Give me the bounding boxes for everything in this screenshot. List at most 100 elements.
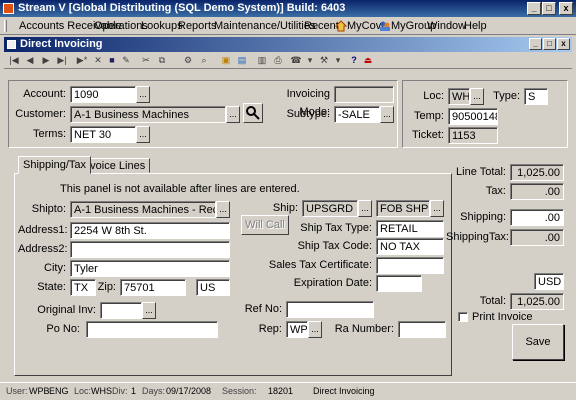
status-loc-label: Loc: — [74, 386, 92, 396]
ticket-label: Ticket: — [412, 129, 444, 141]
toolbar — [4, 53, 572, 69]
temp-field[interactable]: 90500148 — [448, 108, 498, 125]
status-session-label: Session: — [222, 386, 257, 396]
help-icon[interactable]: ? — [348, 54, 360, 66]
print-preview-icon[interactable]: ▥ — [256, 54, 268, 66]
shipto-label: Shipto: — [31, 203, 66, 215]
rep-lookup-button[interactable]: ... — [308, 321, 322, 338]
terms-lookup-button[interactable]: ... — [136, 126, 150, 143]
notes-icon[interactable]: ▤ — [236, 54, 248, 66]
ra-label: Ra Number: — [334, 323, 394, 335]
subtype-field[interactable]: -SALE — [334, 106, 380, 123]
ship-lookup-button[interactable]: ... — [358, 200, 372, 217]
minimize-button[interactable]: _ — [527, 2, 541, 15]
menu-grip — [4, 20, 7, 32]
ra-field[interactable] — [398, 321, 446, 338]
image-icon[interactable]: ▣ — [220, 54, 232, 66]
tax-label: Tax: — [485, 185, 506, 197]
status-days-label: Days: — [142, 386, 166, 396]
original-inv-label: Original Inv: — [37, 304, 96, 316]
status-session-value: 18201 — [268, 386, 294, 396]
loc-field[interactable]: WHS — [448, 88, 470, 105]
window-maximize-button[interactable]: □ — [543, 38, 556, 50]
type-field[interactable]: S — [524, 88, 548, 105]
state-field[interactable]: TX — [70, 279, 96, 296]
ref-label: Ref No: — [244, 303, 282, 315]
po-label: Po No: — [46, 323, 80, 335]
fob-lookup-button[interactable]: ... — [430, 200, 444, 217]
po-field[interactable] — [86, 321, 218, 338]
lookup-icon[interactable]: ⚙ — [182, 54, 194, 66]
invoicing-mode-field[interactable] — [334, 86, 394, 103]
shipto-field[interactable]: A-1 Business Machines - Rec. — [70, 201, 216, 218]
shipping-field[interactable]: .00 — [510, 209, 564, 226]
print-invoice-checkbox[interactable] — [458, 312, 468, 322]
zoom-icon[interactable]: ⌕ — [198, 54, 210, 66]
original-inv-field[interactable] — [100, 302, 142, 319]
terms-field[interactable]: NET 30 — [70, 126, 136, 143]
window-title-bar: Direct Invoicing — [4, 37, 572, 52]
edit-icon[interactable]: ✎ — [120, 54, 132, 66]
line-total-field: 1,025.00 — [510, 164, 564, 181]
address1-label: Address1: — [18, 224, 68, 236]
status-user-label: User: — [6, 386, 28, 396]
first-record-icon[interactable]: |◀ — [8, 54, 20, 66]
save-button[interactable]: Save — [512, 324, 564, 360]
ship-tax-code-field[interactable]: NO TAX — [376, 238, 444, 255]
currency-field[interactable]: USD — [534, 273, 564, 290]
save-icon[interactable]: ■ — [106, 54, 118, 66]
ship-tax-type-field[interactable]: RETAIL — [376, 220, 444, 237]
expiration-field[interactable] — [376, 275, 422, 292]
account-lookup-button[interactable]: ... — [136, 86, 150, 103]
status-loc-value: WHS — [91, 386, 112, 396]
customer-field[interactable]: A-1 Business Machines — [70, 106, 226, 123]
shipto-lookup-button[interactable]: ... — [216, 201, 230, 218]
original-inv-lookup-button[interactable]: ... — [142, 302, 156, 319]
state-label: State: — [37, 281, 66, 293]
app-title-bar: Stream V [Global Distributing (SQL Demo … — [0, 0, 576, 17]
insert-icon[interactable]: ▶* — [76, 54, 88, 66]
customer-lookup-button[interactable]: ... — [226, 106, 240, 123]
ship-tax-type-label: Ship Tax Type: — [300, 222, 372, 234]
copy-icon[interactable]: ⧉ — [156, 54, 168, 66]
status-lang-value: ENG — [49, 386, 69, 396]
close-button[interactable]: x — [559, 2, 573, 15]
rep-field[interactable]: WPB — [286, 321, 308, 338]
city-field[interactable]: Tyler — [70, 260, 230, 277]
menu-help[interactable]: Help — [461, 17, 490, 35]
cut-icon[interactable]: ✂ — [140, 54, 152, 66]
sales-tax-cert-label: Sales Tax Certificate: — [268, 259, 372, 271]
exit-icon[interactable]: ⏏ — [362, 54, 374, 66]
tab-shipping-tax[interactable]: Shipping/Tax — [18, 156, 91, 174]
tools-icon[interactable]: ⚒ — [318, 54, 330, 66]
temp-label: Temp: — [414, 110, 444, 122]
maximize-button[interactable]: □ — [542, 2, 556, 15]
fax-icon[interactable]: ☎ — [290, 54, 302, 66]
next-record-icon[interactable]: ▶ — [40, 54, 52, 66]
window-close-button[interactable]: x — [557, 38, 570, 50]
ship-label: Ship: — [272, 202, 298, 214]
address2-label: Address2: — [18, 243, 68, 255]
last-record-icon[interactable]: ▶| — [56, 54, 68, 66]
prev-record-icon[interactable]: ◀ — [24, 54, 36, 66]
loc-lookup-button[interactable]: ... — [470, 88, 484, 105]
tools-dropdown-icon[interactable]: ▾ — [332, 54, 344, 66]
customer-label: Customer: — [15, 108, 66, 120]
ref-field[interactable] — [286, 301, 374, 318]
fob-field[interactable]: FOB SHP PT — [376, 200, 430, 217]
city-label: City: — [44, 262, 66, 274]
subtype-lookup-button[interactable]: ... — [380, 106, 394, 123]
country-field[interactable]: US — [196, 279, 230, 296]
address2-field[interactable] — [70, 241, 230, 258]
print-icon[interactable]: ⎙ — [272, 54, 284, 66]
app-title: Stream V [Global Distributing (SQL Demo … — [18, 2, 346, 14]
delete-icon[interactable]: ✕ — [92, 54, 104, 66]
sales-tax-cert-field[interactable] — [376, 257, 444, 274]
dropdown-icon[interactable]: ▾ — [304, 54, 316, 66]
ship-field[interactable]: UPSGRD — [302, 200, 358, 217]
zip-field[interactable]: 75701 — [120, 279, 186, 296]
account-field[interactable]: 1090 — [70, 86, 136, 103]
address1-field[interactable]: 2254 W 8th St. — [70, 222, 230, 239]
window-minimize-button[interactable]: _ — [529, 38, 542, 50]
ticket-field[interactable]: 1153 — [448, 127, 498, 144]
